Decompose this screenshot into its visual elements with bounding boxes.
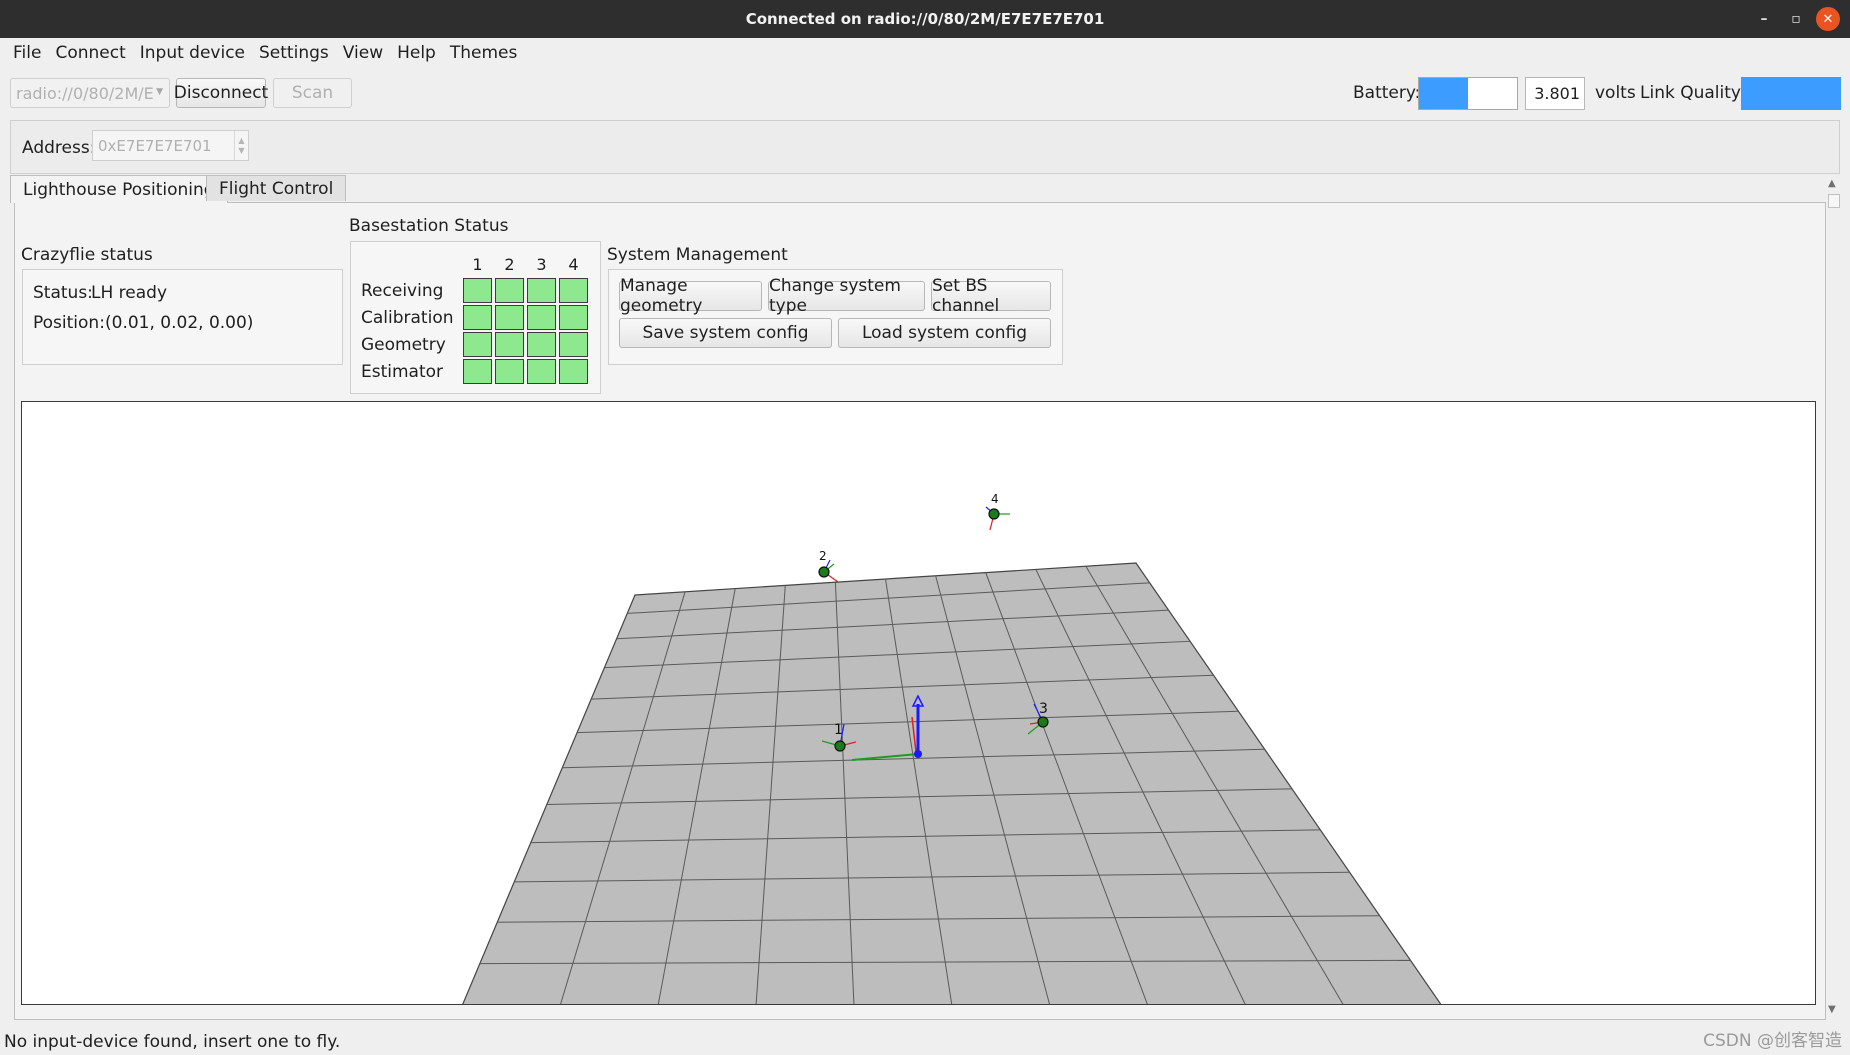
bs-status-cell bbox=[463, 278, 492, 303]
save-system-config-button[interactable]: Save system config bbox=[619, 318, 832, 348]
battery-progress-bar bbox=[1418, 77, 1518, 110]
bs-status-cell bbox=[527, 278, 556, 303]
scroll-up-icon[interactable]: ▲ bbox=[1828, 178, 1836, 189]
address-input[interactable]: 0xE7E7E7E701 ▲ ▼ bbox=[92, 130, 249, 161]
bs-row-calibration: Calibration bbox=[361, 308, 454, 328]
load-system-config-button[interactable]: Load system config bbox=[838, 318, 1051, 348]
bs-status-cell bbox=[495, 278, 524, 303]
position-label: Position: bbox=[33, 313, 105, 333]
system-management-title: System Management bbox=[607, 245, 788, 265]
scroll-thumb[interactable] bbox=[1828, 194, 1840, 208]
spinbox-arrows-icon[interactable]: ▲ ▼ bbox=[234, 131, 248, 160]
set-bs-channel-button[interactable]: Set BS channel bbox=[931, 276, 1051, 316]
menu-settings[interactable]: Settings bbox=[252, 43, 336, 63]
bs-status-cell bbox=[495, 332, 524, 357]
bs-status-cell bbox=[559, 332, 588, 357]
menu-input-device[interactable]: Input device bbox=[133, 43, 252, 63]
position-value: (0.01, 0.02, 0.00) bbox=[105, 313, 254, 333]
address-value: 0xE7E7E7E701 bbox=[98, 136, 212, 155]
crazyflie-status-title: Crazyflie status bbox=[21, 245, 153, 265]
menu-file[interactable]: File bbox=[6, 43, 48, 63]
menu-view[interactable]: View bbox=[336, 43, 390, 63]
bs-row-geometry: Geometry bbox=[361, 335, 446, 355]
link-quality-label: Link Quality: bbox=[1640, 83, 1746, 103]
basestation-marker-2: 2 bbox=[818, 549, 839, 583]
basestation-marker-4: 4 bbox=[985, 492, 1010, 531]
status-bar: No input-device found, insert one to fly… bbox=[0, 1028, 1850, 1055]
battery-progress-fill bbox=[1419, 78, 1468, 109]
battery-label: Battery: bbox=[1353, 83, 1421, 103]
bs-status-cell bbox=[527, 305, 556, 330]
bs-status-cell bbox=[463, 359, 492, 384]
scroll-down-icon[interactable]: ▼ bbox=[1828, 1004, 1836, 1015]
status-value: LH ready bbox=[91, 283, 168, 303]
basestation-label-2: 2 bbox=[819, 549, 827, 563]
bs-status-cell bbox=[559, 359, 588, 384]
menu-connect[interactable]: Connect bbox=[48, 43, 132, 63]
basestation-label-3: 3 bbox=[1039, 701, 1048, 717]
window-title: Connected on radio://0/80/2M/E7E7E7E701 bbox=[745, 10, 1105, 28]
tab-lighthouse-positioning[interactable]: Lighthouse Positioning bbox=[10, 175, 228, 203]
close-icon[interactable]: ✕ bbox=[1816, 7, 1840, 31]
window-titlebar: Connected on radio://0/80/2M/E7E7E7E701 … bbox=[0, 0, 1850, 38]
bs-status-cell bbox=[559, 305, 588, 330]
bs-column-2: 2 bbox=[504, 255, 515, 274]
menu-bar: File Connect Input device Settings View … bbox=[0, 38, 1850, 68]
bs-row-estimator: Estimator bbox=[361, 362, 444, 382]
address-panel bbox=[10, 120, 1840, 174]
watermark: CSDN @创客智造 bbox=[1703, 1031, 1842, 1051]
bs-column-4: 4 bbox=[568, 255, 579, 274]
uri-combobox[interactable]: radio://0/80/2M/E ▼ bbox=[10, 78, 170, 108]
menu-themes[interactable]: Themes bbox=[443, 43, 525, 63]
disconnect-button[interactable]: Disconnect bbox=[174, 78, 268, 108]
bs-status-cell bbox=[495, 359, 524, 384]
bs-status-cell bbox=[463, 305, 492, 330]
maximize-icon[interactable]: ▫ bbox=[1784, 7, 1808, 31]
tab-flight-control[interactable]: Flight Control bbox=[206, 175, 347, 201]
bs-status-cell bbox=[463, 332, 492, 357]
bs-status-cell bbox=[559, 278, 588, 303]
manage-geometry-button[interactable]: Manage geometry bbox=[619, 276, 762, 316]
bs-row-receiving: Receiving bbox=[361, 281, 444, 301]
bs-status-cell bbox=[527, 359, 556, 384]
uri-value: radio://0/80/2M/E bbox=[16, 83, 154, 103]
link-quality-bar bbox=[1741, 77, 1841, 110]
scene-canvas[interactable]: 1 2 3 4 bbox=[22, 402, 1816, 1005]
basestation-label-4: 4 bbox=[991, 492, 999, 506]
floor-plane bbox=[462, 562, 1442, 1004]
address-label: Address: bbox=[22, 138, 96, 158]
minimize-icon[interactable]: – bbox=[1752, 7, 1776, 31]
chevron-down-icon: ▼ bbox=[156, 87, 163, 97]
volts-label: volts bbox=[1595, 83, 1636, 103]
basestation-label-1: 1 bbox=[834, 722, 843, 738]
basestation-status-title: Basestation Status bbox=[349, 216, 509, 236]
bs-status-cell bbox=[527, 332, 556, 357]
status-bar-message: No input-device found, insert one to fly… bbox=[4, 1031, 341, 1052]
change-system-type-button[interactable]: Change system type bbox=[768, 276, 925, 316]
vertical-scrollbar[interactable]: ▲ ▼ bbox=[1826, 178, 1842, 1018]
bs-column-3: 3 bbox=[536, 255, 547, 274]
scan-button[interactable]: Scan bbox=[273, 78, 352, 108]
menu-help[interactable]: Help bbox=[390, 43, 443, 63]
bs-status-cell bbox=[495, 305, 524, 330]
status-label: Status: bbox=[33, 283, 93, 303]
bs-column-1: 1 bbox=[472, 255, 483, 274]
3d-viewport[interactable]: 1 2 3 4 bbox=[21, 401, 1816, 1005]
voltage-field: 3.801 bbox=[1525, 77, 1585, 110]
